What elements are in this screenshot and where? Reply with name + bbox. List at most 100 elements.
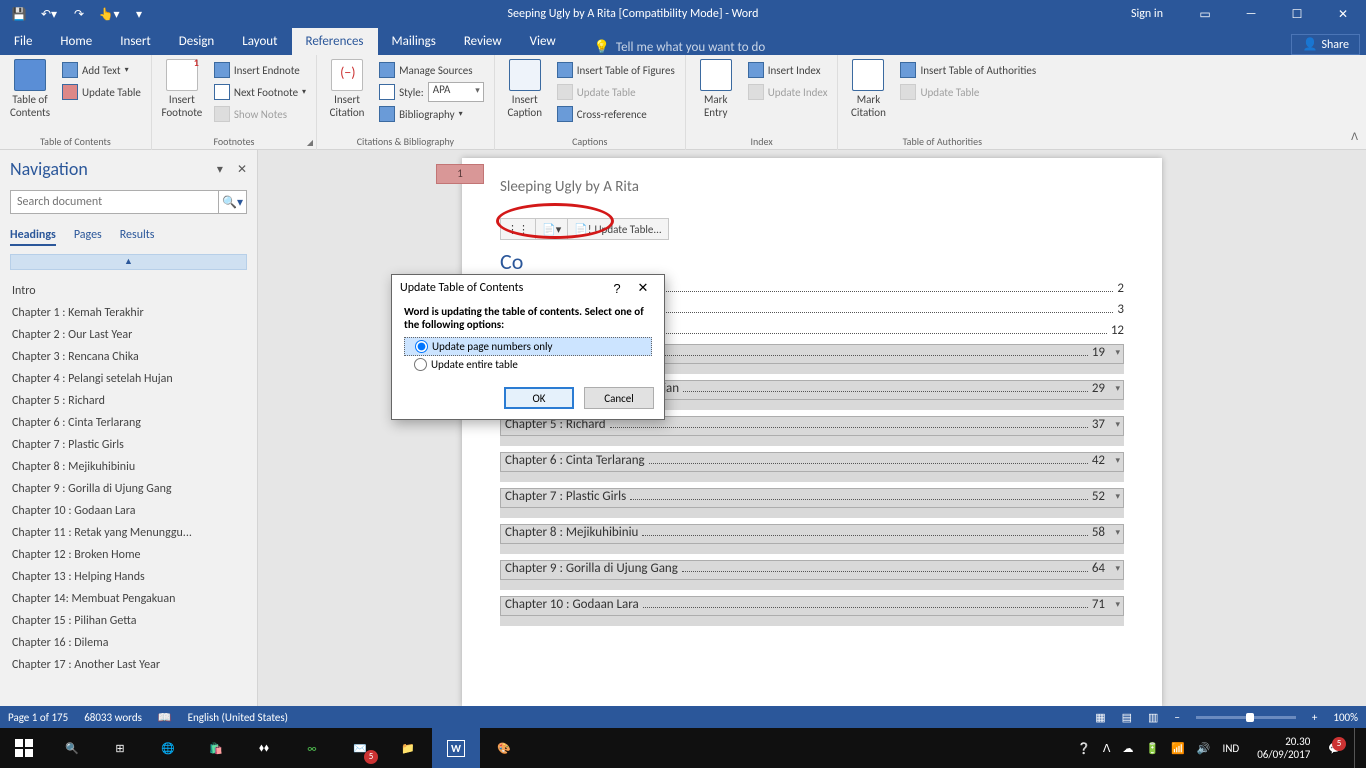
ime-tray-icon[interactable]: IND xyxy=(1223,742,1240,755)
cross-reference-button[interactable]: Cross-reference xyxy=(553,103,679,125)
radio-opt1-input[interactable] xyxy=(415,340,428,353)
manage-sources-button[interactable]: Manage Sources xyxy=(375,59,488,81)
dropbox-icon[interactable]: ⬧⬧ xyxy=(240,728,288,768)
dialog-help-button[interactable]: ? xyxy=(604,281,630,296)
nav-item[interactable]: Chapter 4 : Pelangi setelah Hujan xyxy=(10,368,247,390)
insert-toa-button[interactable]: Insert Table of Authorities xyxy=(896,59,1040,81)
tab-layout[interactable]: Layout xyxy=(228,28,291,55)
toc-handle-icon[interactable]: ⋮⋮ xyxy=(501,219,536,239)
insert-endnote-button[interactable]: Insert Endnote xyxy=(210,59,310,81)
minimize-button[interactable]: — xyxy=(1228,0,1274,28)
qat-redo-icon[interactable]: ↷ xyxy=(64,0,94,28)
search-input[interactable] xyxy=(11,191,218,213)
nav-item[interactable]: Chapter 12 : Broken Home xyxy=(10,544,247,566)
nav-jump-up[interactable]: ▲ xyxy=(10,254,247,270)
nav-item[interactable]: Chapter 2 : Our Last Year xyxy=(10,324,247,346)
insert-citation-button[interactable]: (−) Insert Citation xyxy=(323,57,371,119)
tab-view[interactable]: View xyxy=(516,28,570,55)
status-page[interactable]: Page 1 of 175 xyxy=(8,711,68,724)
task-view-icon[interactable]: ⊞ xyxy=(96,728,144,768)
nav-item[interactable]: Intro xyxy=(10,280,247,302)
dialog-close-button[interactable]: ✕ xyxy=(630,280,656,296)
search-document-box[interactable]: 🔍▾ xyxy=(10,190,247,214)
nav-item[interactable]: Chapter 10 : Godaan Lara xyxy=(10,500,247,522)
store-icon[interactable]: 🛍️ xyxy=(192,728,240,768)
close-button[interactable]: ✕ xyxy=(1320,0,1366,28)
insert-index-button[interactable]: Insert Index xyxy=(744,59,832,81)
tab-references[interactable]: References xyxy=(292,28,378,55)
search-taskbar-icon[interactable]: 🔍 xyxy=(48,728,96,768)
toc-row[interactable]: Chapter 8 : Mejikuhibiniu58 xyxy=(500,524,1124,544)
clock[interactable]: 20.30 06/09/2017 xyxy=(1251,735,1316,761)
tab-design[interactable]: Design xyxy=(165,28,228,55)
status-proofing-icon[interactable]: 📖 xyxy=(158,711,172,724)
tab-file[interactable]: File xyxy=(0,28,46,55)
status-words[interactable]: 68033 words xyxy=(84,711,142,724)
insert-tof-button[interactable]: Insert Table of Figures xyxy=(553,59,679,81)
nav-item[interactable]: Chapter 14: Membuat Pengakuan xyxy=(10,588,247,610)
view-read-icon[interactable]: ▦ xyxy=(1095,711,1105,724)
word-taskbar-icon[interactable]: W xyxy=(432,728,480,768)
radio-opt2-input[interactable] xyxy=(414,358,427,371)
zoom-out-button[interactable]: − xyxy=(1174,711,1179,724)
qat-undo-icon[interactable]: ↶▾ xyxy=(34,0,64,28)
insert-footnote-button[interactable]: 1 Insert Footnote xyxy=(158,57,206,119)
nav-item[interactable]: Chapter 17 : Another Last Year xyxy=(10,654,247,676)
mail-icon[interactable]: ✉️5 xyxy=(336,728,384,768)
bibliography-button[interactable]: Bibliography▾ xyxy=(375,103,488,125)
nav-close-icon[interactable]: ✕ xyxy=(237,162,247,177)
zoom-slider[interactable] xyxy=(1196,716,1296,719)
start-button[interactable] xyxy=(0,728,48,768)
collapse-ribbon-icon[interactable]: ᐱ xyxy=(1351,130,1358,143)
tab-insert[interactable]: Insert xyxy=(106,28,165,55)
insert-caption-button[interactable]: Insert Caption xyxy=(501,57,549,119)
nav-item[interactable]: Chapter 6 : Cinta Terlarang xyxy=(10,412,247,434)
qat-save-icon[interactable]: 💾 xyxy=(4,0,34,28)
search-icon[interactable]: 🔍▾ xyxy=(218,191,246,213)
show-notes-button[interactable]: Show Notes xyxy=(210,103,310,125)
nav-item[interactable]: Chapter 11 : Retak yang Menunggu... xyxy=(10,522,247,544)
toc-row[interactable]: Chapter 6 : Cinta Terlarang42 xyxy=(500,452,1124,472)
ribbon-display-icon[interactable]: ▭ xyxy=(1182,0,1228,28)
toc-row[interactable]: Chapter 9 : Gorilla di Ujung Gang64 xyxy=(500,560,1124,580)
nav-tab-headings[interactable]: Headings xyxy=(10,228,56,246)
toc-row[interactable]: Chapter 7 : Plastic Girls52 xyxy=(500,488,1124,508)
toc-update-button[interactable]: 📄! Update Table... xyxy=(568,219,667,239)
nav-tab-results[interactable]: Results xyxy=(120,228,155,246)
citation-style-select[interactable]: Style: APA xyxy=(375,81,488,103)
app-icon[interactable]: ∞ xyxy=(288,728,336,768)
volume-tray-icon[interactable]: 🔊 xyxy=(1197,742,1211,755)
show-desktop-button[interactable] xyxy=(1354,728,1360,768)
onedrive-tray-icon[interactable]: ☁ xyxy=(1122,742,1133,755)
view-print-icon[interactable]: ▤ xyxy=(1122,711,1132,724)
tab-review[interactable]: Review xyxy=(450,28,516,55)
fn-dialog-launcher[interactable]: ◢ xyxy=(307,138,313,148)
toc-options-icon[interactable]: 📄▾ xyxy=(536,219,568,239)
qat-customize-icon[interactable]: ▾ xyxy=(124,0,154,28)
status-language[interactable]: English (United States) xyxy=(188,711,288,724)
nav-item[interactable]: Chapter 3 : Rencana Chika xyxy=(10,346,247,368)
nav-dropdown-icon[interactable]: ▾ xyxy=(217,162,223,177)
radio-page-numbers-only[interactable]: Update page numbers only xyxy=(404,337,652,356)
nav-item[interactable]: Chapter 13 : Helping Hands xyxy=(10,566,247,588)
battery-tray-icon[interactable]: 🔋 xyxy=(1145,742,1159,755)
paint-icon[interactable]: 🎨 xyxy=(480,728,528,768)
document-page[interactable]: 1 Sleeping Ugly by A Rita ⋮⋮ 📄▾ 📄! Updat… xyxy=(462,158,1162,706)
file-explorer-icon[interactable]: 📁 xyxy=(384,728,432,768)
signin-button[interactable]: Sign in xyxy=(1112,0,1182,28)
add-text-button[interactable]: Add Text▾ xyxy=(58,59,145,81)
update-toa-button[interactable]: Update Table xyxy=(896,81,1040,103)
update-tof-button[interactable]: Update Table xyxy=(553,81,679,103)
nav-item[interactable]: Chapter 8 : Mejikuhibiniu xyxy=(10,456,247,478)
radio-entire-table[interactable]: Update entire table xyxy=(404,356,652,373)
tell-me-box[interactable]: 💡 Tell me what you want to do xyxy=(570,40,1292,55)
update-index-button[interactable]: Update Index xyxy=(744,81,832,103)
view-web-icon[interactable]: ▥ xyxy=(1148,711,1158,724)
help-tray-icon[interactable]: ❔ xyxy=(1077,742,1091,755)
nav-item[interactable]: Chapter 5 : Richard xyxy=(10,390,247,412)
ok-button[interactable]: OK xyxy=(504,387,574,409)
nav-item[interactable]: Chapter 9 : Gorilla di Ujung Gang xyxy=(10,478,247,500)
action-center-icon[interactable]: 💬5 xyxy=(1328,742,1342,755)
nav-item[interactable]: Chapter 16 : Dilema xyxy=(10,632,247,654)
toc-row[interactable]: Chapter 10 : Godaan Lara71 xyxy=(500,596,1124,616)
